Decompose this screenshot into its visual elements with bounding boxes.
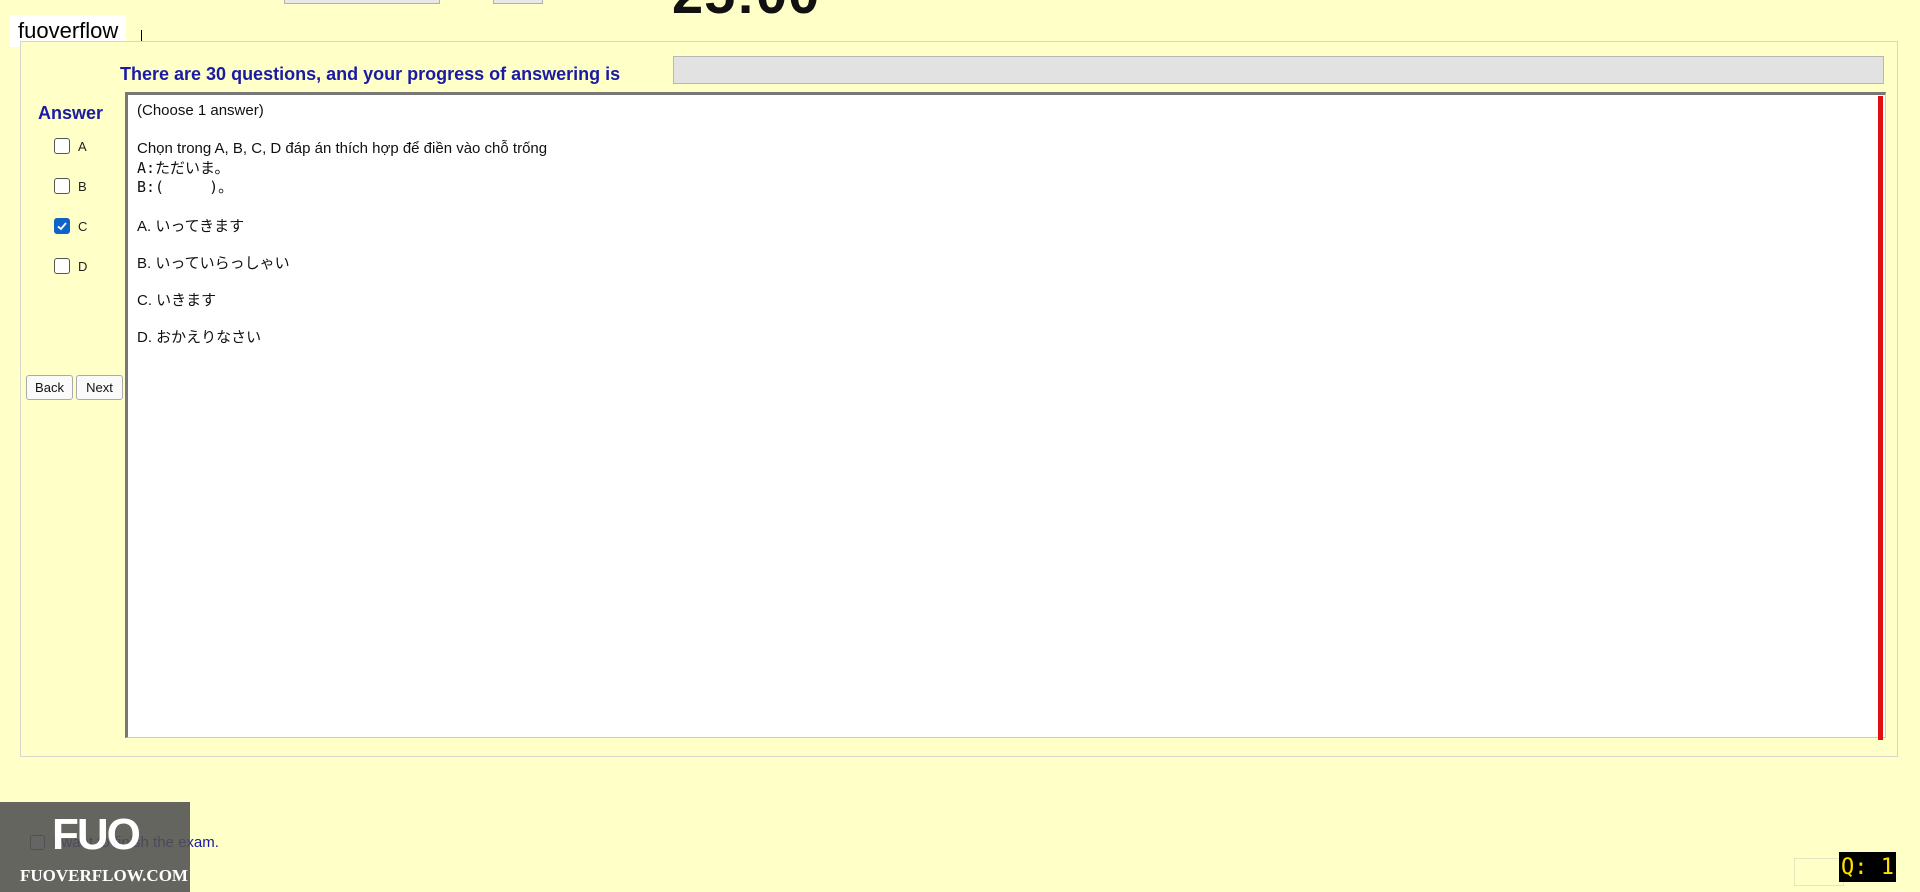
choice-c: C. いきます xyxy=(137,292,217,309)
answer-option-a[interactable]: A xyxy=(54,138,87,154)
question-counter: Q: 1 xyxy=(1839,852,1896,882)
question-dialog-b: B:( )。 xyxy=(137,178,234,196)
progress-label: There are 30 questions, and your progres… xyxy=(120,64,621,84)
choice-b: B. いっていらっしゃい xyxy=(137,255,290,272)
option-label-a: A xyxy=(78,138,87,154)
choice-d: D. おかえりなさい xyxy=(137,329,262,346)
answer-option-c[interactable]: C xyxy=(54,218,87,234)
answer-option-d[interactable]: D xyxy=(54,258,87,274)
choice-a: A. いってきます xyxy=(137,218,245,235)
top-dropdown-stub[interactable] xyxy=(284,0,440,4)
exam-timer: 25:00 xyxy=(672,0,820,22)
progress-bar xyxy=(673,56,1884,84)
option-label-c: C xyxy=(78,218,88,234)
back-button[interactable]: Back xyxy=(26,375,73,400)
logo-mark: FUO xyxy=(52,810,141,859)
question-instruction: (Choose 1 answer) xyxy=(137,102,264,119)
option-label-b: B xyxy=(78,178,87,194)
scrollbar[interactable] xyxy=(1878,96,1883,740)
checkbox-c[interactable] xyxy=(54,218,70,234)
watermark-logo: FUO FUOVERFLOW.COM xyxy=(0,802,190,892)
check-icon xyxy=(57,222,67,231)
top-spinner-stub[interactable] xyxy=(493,0,543,4)
logo-text: FUOVERFLOW.COM xyxy=(20,866,188,885)
question-prompt: Chọn trong A, B, C, D đáp án thích hợp đ… xyxy=(137,140,548,157)
question-box[interactable]: (Choose 1 answer) Chọn trong A, B, C, D … xyxy=(125,92,1886,740)
checkbox-d[interactable] xyxy=(54,258,70,274)
next-button[interactable]: Next xyxy=(76,375,123,400)
checkbox-b[interactable] xyxy=(54,178,70,194)
checkbox-a[interactable] xyxy=(54,138,70,154)
question-dialog-a: A:ただいま。 xyxy=(137,159,230,177)
answer-option-b[interactable]: B xyxy=(54,178,87,194)
counter-frame xyxy=(1794,858,1844,886)
answer-title: Answer xyxy=(38,103,104,123)
option-label-d: D xyxy=(78,258,88,274)
